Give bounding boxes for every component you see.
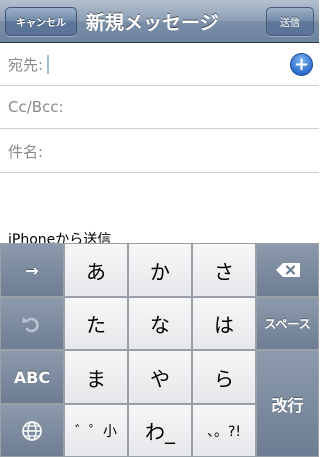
add-contact-button[interactable]: + <box>290 53 313 76</box>
undo-icon <box>22 316 39 332</box>
key-ha[interactable]: は <box>192 297 256 350</box>
page-title: 新規メッセージ <box>86 12 219 34</box>
cc-bcc-field[interactable]: Cc/Bcc: <box>0 86 319 129</box>
key-ka[interactable]: か <box>128 243 192 297</box>
punctuation-key[interactable]: 、。?! <box>192 404 256 457</box>
to-label: 宛先: <box>8 55 44 74</box>
return-key[interactable]: 改行 <box>256 350 319 457</box>
navigation-bar: キャンセル 新規メッセージ 送信 <box>0 0 319 43</box>
cancel-button[interactable]: キャンセル <box>5 7 77 36</box>
to-field[interactable]: 宛先: + <box>0 43 319 86</box>
space-key[interactable]: スペース <box>256 297 319 350</box>
key-ra[interactable]: ら <box>192 350 256 404</box>
arrow-key[interactable]: → <box>0 243 64 297</box>
cc-bcc-label: Cc/Bcc: <box>8 98 64 116</box>
dakuten-key[interactable]: ゛゜小 <box>64 404 128 457</box>
key-ya[interactable]: や <box>128 350 192 404</box>
key-sa[interactable]: さ <box>192 243 256 297</box>
key-a[interactable]: あ <box>64 243 128 297</box>
subject-field[interactable]: 件名: <box>0 130 319 173</box>
subject-label: 件名: <box>8 142 44 161</box>
key-na[interactable]: な <box>128 297 192 350</box>
key-ta[interactable]: た <box>64 297 128 350</box>
japanese-keyboard: → あ か さ た な は スペース ABC ま や ら 改行 ゛゜小 わ_ 、… <box>0 243 319 457</box>
text-cursor <box>47 54 50 74</box>
right-arrow-icon: → <box>25 260 39 280</box>
key-ma[interactable]: ま <box>64 350 128 404</box>
delete-key[interactable] <box>256 243 319 297</box>
key-wa[interactable]: わ_ <box>128 404 192 457</box>
send-button[interactable]: 送信 <box>266 7 314 36</box>
globe-key[interactable] <box>0 404 64 457</box>
globe-icon <box>22 420 42 441</box>
plus-icon: + <box>293 53 310 75</box>
delete-icon <box>275 263 300 277</box>
abc-key[interactable]: ABC <box>0 350 64 404</box>
undo-key[interactable] <box>0 297 64 350</box>
